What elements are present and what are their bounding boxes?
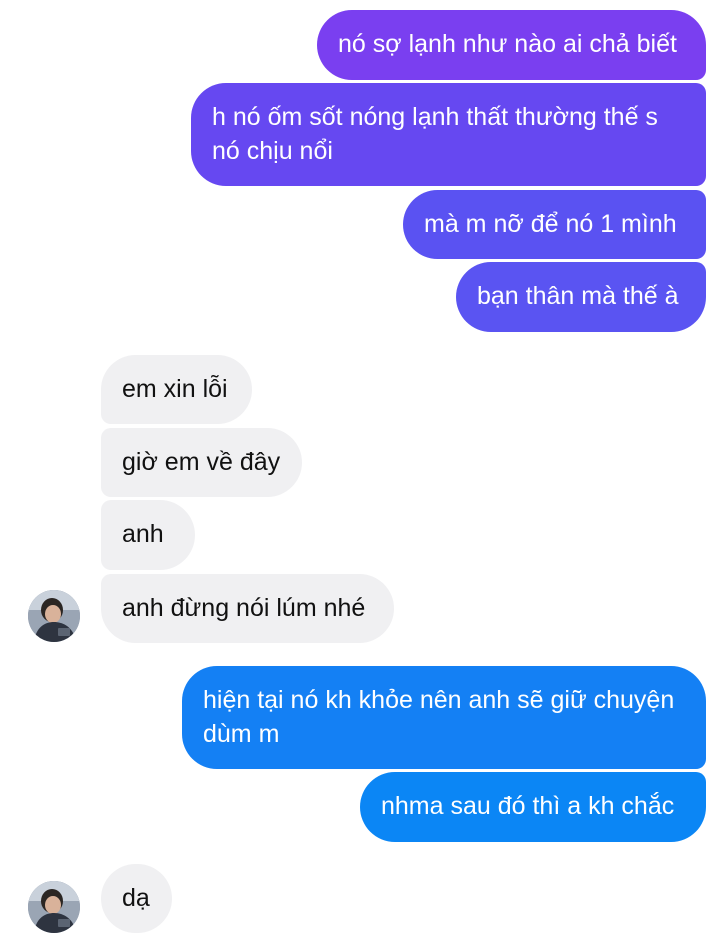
received-message-bubble[interactable]: anh đừng nói lúm nhé — [101, 574, 394, 643]
message-text: nhma sau đó thì a kh chắc — [381, 792, 675, 820]
message-text: nó sợ lạnh như nào ai chả biết — [338, 30, 677, 58]
sent-message-bubble[interactable]: nhma sau đó thì a kh chắc — [360, 772, 706, 842]
sent-message-bubble[interactable]: nó sợ lạnh như nào ai chả biết — [317, 10, 706, 80]
sent-message-bubble[interactable]: hiện tại nó kh khỏe nên anh sẽ giữ chuyệ… — [182, 666, 706, 769]
received-message-bubble[interactable]: em xin lỗi — [101, 355, 252, 424]
message-text: h nó ốm sốt nóng lạnh thất thường thế s — [212, 103, 658, 131]
message-text: nó chịu nổi — [212, 137, 333, 165]
sent-message-bubble[interactable]: h nó ốm sốt nóng lạnh thất thường thế s … — [191, 83, 706, 186]
message-text: anh đừng nói lúm nhé — [122, 594, 366, 622]
message-text: mà m nỡ để nó 1 mình — [424, 210, 677, 238]
message-text: anh — [122, 520, 164, 548]
received-message-bubble[interactable]: dạ — [101, 864, 172, 933]
message-text: dùm m — [203, 720, 280, 748]
received-message-bubble[interactable]: anh — [101, 500, 195, 570]
message-text: hiện tại nó kh khỏe nên anh sẽ giữ chuyệ… — [203, 686, 675, 714]
message-text: em xin lỗi — [122, 375, 228, 403]
sent-message-bubble[interactable]: mà m nỡ để nó 1 mình — [403, 190, 706, 259]
contact-avatar-icon[interactable] — [28, 590, 80, 642]
message-text: dạ — [122, 884, 150, 912]
received-message-bubble[interactable]: giờ em về đây — [101, 428, 302, 497]
message-text: giờ em về đây — [122, 448, 281, 476]
sent-message-bubble[interactable]: bạn thân mà thế à — [456, 262, 706, 332]
contact-avatar-icon[interactable] — [28, 881, 80, 933]
message-text: bạn thân mà thế à — [477, 282, 679, 310]
